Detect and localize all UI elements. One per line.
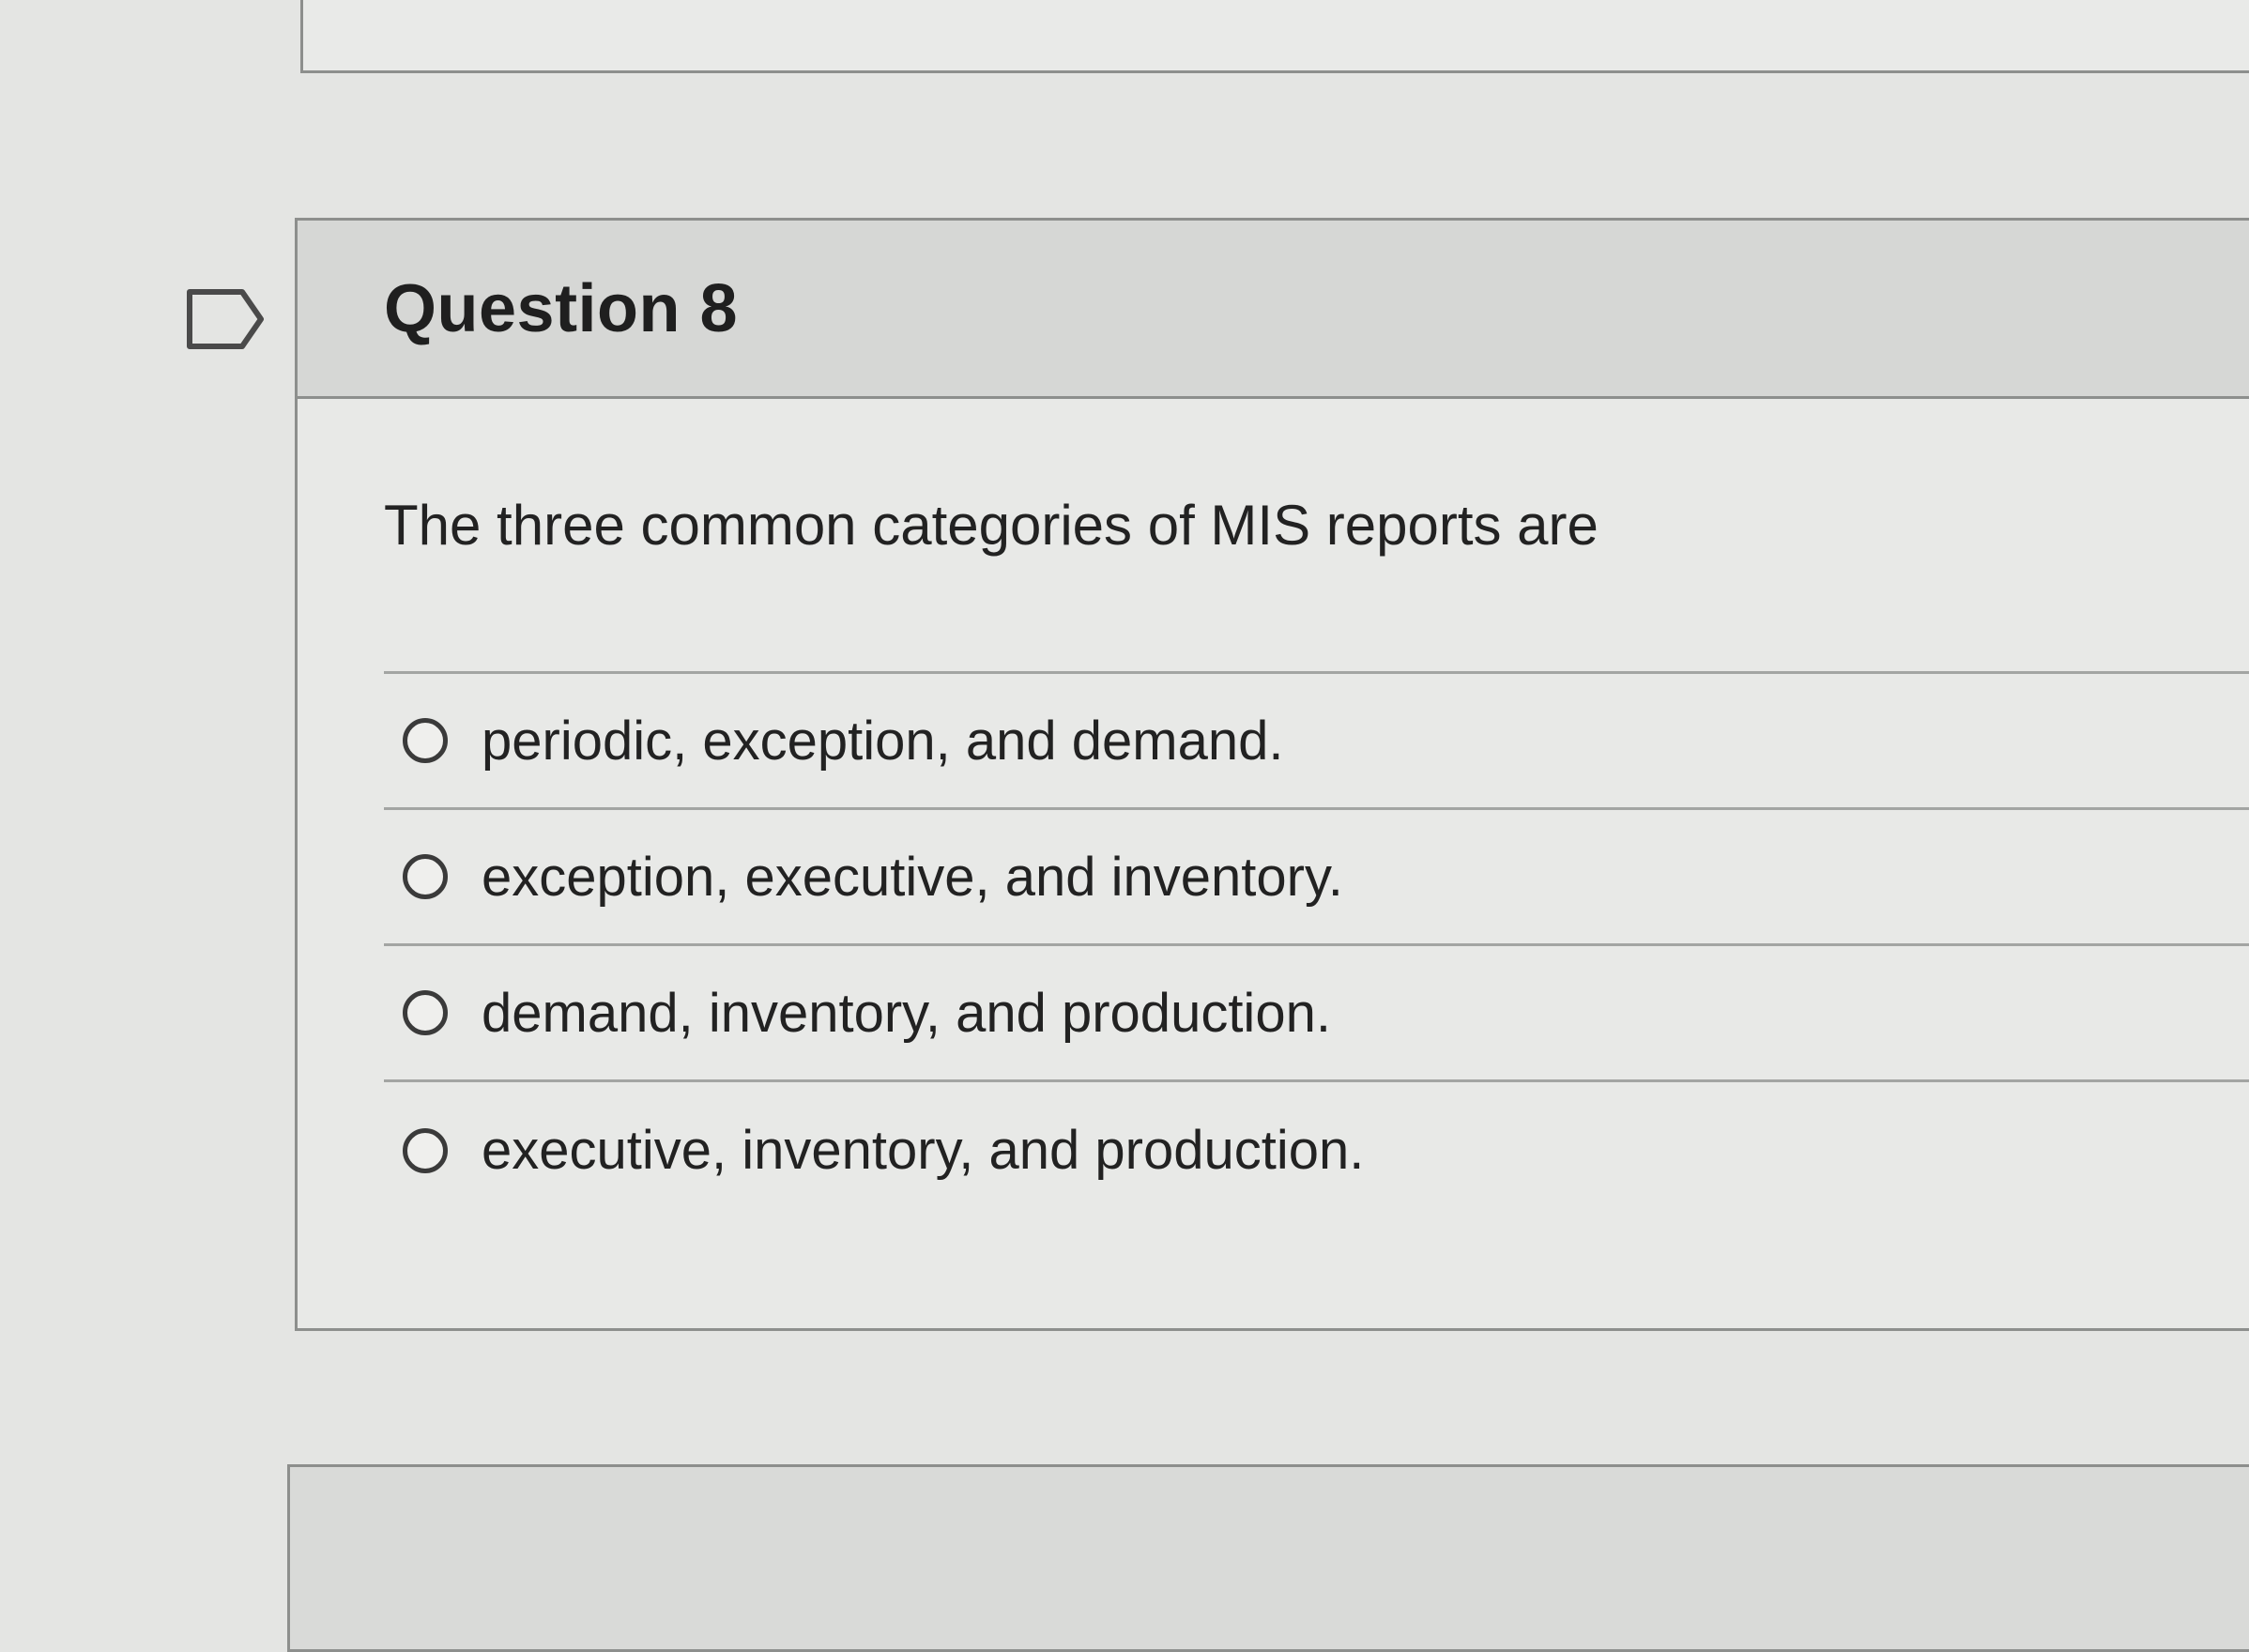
next-question-card (287, 1464, 2249, 1652)
answer-option[interactable]: exception, executive, and inventory. (384, 810, 2249, 946)
question-header: Question 8 (298, 221, 2249, 399)
answer-label: executive, inventory, and production. (482, 1120, 1365, 1181)
previous-question-card (300, 0, 2249, 73)
radio-button[interactable] (403, 1127, 448, 1173)
question-text: The three common categories of MIS repor… (384, 494, 1599, 557)
radio-button[interactable] (403, 854, 448, 899)
answer-label: periodic, exception, and demand. (482, 710, 1284, 772)
answer-option[interactable]: demand, inventory, and production. (384, 946, 2249, 1082)
answer-option[interactable]: periodic, exception, and demand. (384, 674, 2249, 810)
flag-question-icon[interactable] (184, 286, 268, 352)
question-title: Question 8 (384, 270, 739, 346)
question-body: The three common categories of MIS repor… (298, 399, 2249, 1218)
question-card: Question 8 The three common categories o… (295, 218, 2249, 1331)
answer-label: exception, executive, and inventory. (482, 846, 1343, 908)
answer-label: demand, inventory, and production. (482, 982, 1331, 1044)
radio-button[interactable] (403, 990, 448, 1035)
radio-button[interactable] (403, 718, 448, 763)
answer-option[interactable]: executive, inventory, and production. (384, 1082, 2249, 1218)
answer-list: periodic, exception, and demand. excepti… (384, 671, 2249, 1218)
